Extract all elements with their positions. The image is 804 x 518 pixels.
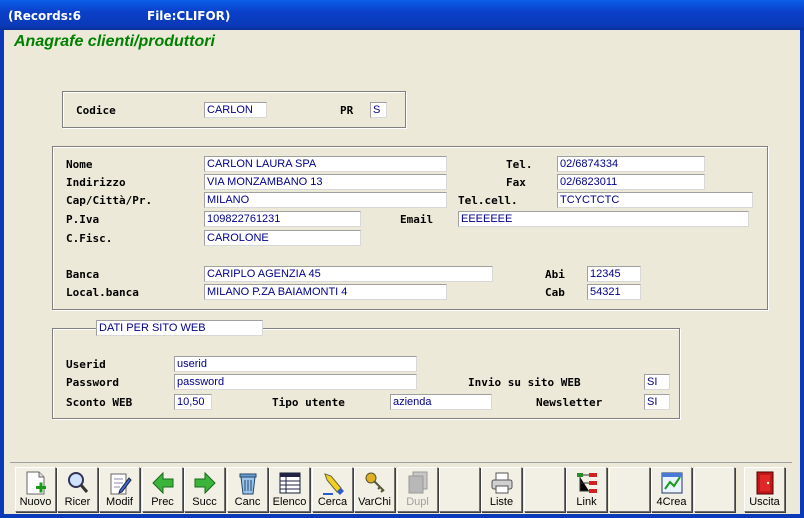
codice-field[interactable]: CARLON [204, 102, 267, 118]
list-icon [279, 472, 301, 494]
empty-button-1[interactable] [439, 467, 480, 512]
fax-field[interactable]: 02/6823011 [557, 174, 705, 190]
indirizzo-field[interactable]: VIA MONZAMBANO 13 [204, 174, 447, 190]
localbanca-label: Local.banca [66, 286, 139, 299]
tel-label: Tel. [506, 158, 533, 171]
nome-label: Nome [66, 158, 93, 171]
uscita-button[interactable]: Uscita [744, 467, 785, 512]
file-name: File:CLIFOR) [147, 9, 231, 23]
ricer-button[interactable]: Ricer [57, 467, 98, 512]
invio-field[interactable]: SI [644, 374, 670, 390]
empty-button-3[interactable] [609, 467, 650, 512]
duplicate-icon [408, 471, 428, 494]
web-group-title: DATI PER SITO WEB [96, 320, 263, 336]
piva-label: P.Iva [66, 213, 100, 226]
trash-icon [239, 473, 257, 495]
new-document-icon [26, 471, 46, 495]
arrow-right-icon [194, 471, 216, 495]
cab-field[interactable]: 54321 [587, 284, 641, 300]
prec-button[interactable]: Prec [142, 467, 183, 512]
cab-label: Cab [545, 286, 565, 299]
localbanca-field[interactable]: MILANO P.ZA BAIAMONTI 4 [204, 284, 447, 300]
newsletter-label: Newsletter [536, 396, 603, 409]
canc-button[interactable]: Canc [227, 467, 268, 512]
empty-button-4[interactable] [694, 467, 735, 512]
sconto-field[interactable]: 10,50 [174, 394, 212, 410]
highlighter-icon [323, 473, 344, 495]
exit-door-icon [756, 471, 774, 495]
nuovo-button[interactable]: Nuovo [15, 467, 56, 512]
pr-field[interactable]: S [370, 102, 387, 118]
form-title: Anagrafe clienti/produttori [14, 33, 215, 50]
cfisc-field[interactable]: CAROLONE [204, 230, 361, 246]
banca-field[interactable]: CARIPLO AGENZIA 45 [204, 266, 493, 282]
codice-label: Codice [76, 104, 116, 117]
liste-button[interactable]: Liste [481, 467, 522, 512]
email-label: Email [400, 213, 434, 226]
crea-button[interactable]: 4Crea [651, 467, 692, 512]
printer-icon [491, 472, 513, 494]
succ-button[interactable]: Succ [184, 467, 225, 512]
cell-label: Tel.cell. [458, 194, 518, 207]
userid-field[interactable]: userid [174, 356, 417, 372]
password-field[interactable]: password [174, 374, 417, 390]
tree-link-icon [577, 473, 597, 493]
chart-create-icon [661, 472, 683, 494]
tipo-field[interactable]: azienda [390, 394, 492, 410]
key-icon [365, 472, 385, 493]
cell-field[interactable]: TCYCTCTC [557, 192, 753, 208]
tipo-label: Tipo utente [272, 396, 345, 409]
banca-label: Banca [66, 268, 100, 281]
abi-field[interactable]: 12345 [587, 266, 641, 282]
nome-field[interactable]: CARLON LAURA SPA [204, 156, 447, 172]
elenco-button[interactable]: Elenco [269, 467, 310, 512]
piva-field[interactable]: 109822761231 [204, 211, 361, 227]
dupl-button[interactable]: Dupl [397, 467, 438, 512]
pr-label: PR [340, 104, 354, 117]
userid-label: Userid [66, 358, 106, 371]
arrow-left-icon [152, 471, 174, 495]
records-count: (Records:6 [8, 9, 82, 23]
invio-label: Invio su sito WEB [468, 376, 581, 389]
indirizzo-label: Indirizzo [66, 176, 126, 189]
password-label: Password [66, 376, 119, 389]
fax-label: Fax [506, 176, 526, 189]
cfisc-label: C.Fisc. [66, 232, 113, 245]
search-icon [68, 472, 89, 493]
sconto-label: Sconto WEB [66, 396, 133, 409]
tel-field[interactable]: 02/6874334 [557, 156, 705, 172]
email-field[interactable]: EEEEEEE [458, 211, 749, 227]
citta-field[interactable]: MILANO [204, 192, 447, 208]
cap-label: Cap/Città/Pr. [66, 194, 153, 207]
newsletter-field[interactable]: SI [644, 394, 670, 410]
title-bar: (Records:6 File:CLIFOR) [0, 0, 804, 30]
cerca-button[interactable]: Cerca [312, 467, 353, 512]
abi-label: Abi [545, 268, 565, 281]
edit-document-icon [110, 473, 132, 495]
empty-button-2[interactable] [524, 467, 565, 512]
varchi-button[interactable]: VarChi [354, 467, 395, 512]
modif-button[interactable]: Modif [99, 467, 140, 512]
link-button[interactable]: Link [566, 467, 607, 512]
